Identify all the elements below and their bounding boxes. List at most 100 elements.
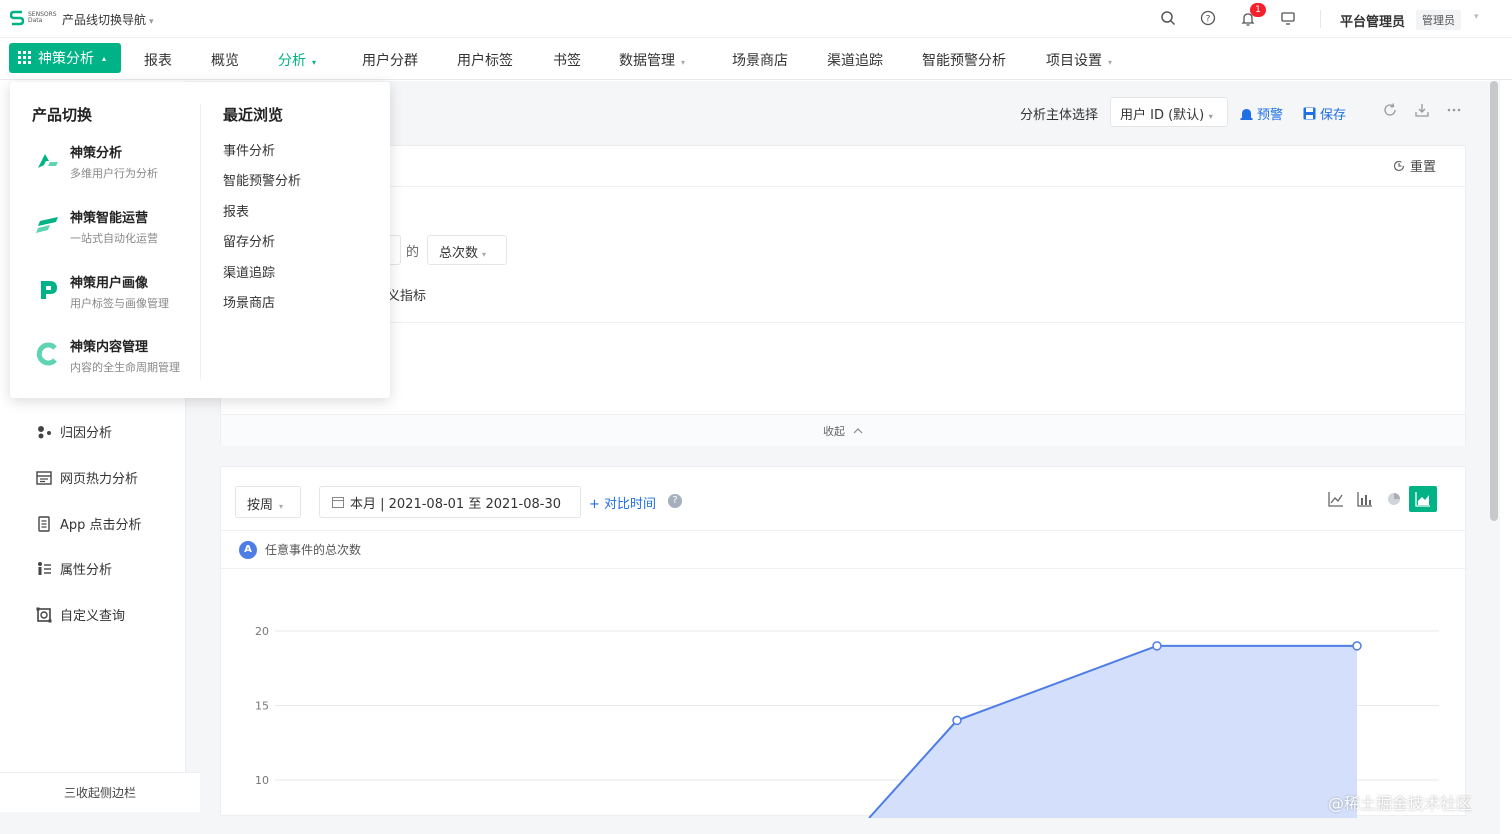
product-item-content-management[interactable]: 神策内容管理 内容的全生命周期管理 [36,336,180,375]
user-menu-chevron-icon[interactable]: ▾ [1474,12,1479,22]
product-desc: 一站式自动化运营 [70,232,158,245]
nav-item-analysis[interactable]: 分析 ▾ [278,50,316,70]
period-select-value: 按周 [247,498,274,513]
period-select[interactable]: 按周 ▾ [235,486,301,518]
nav-item-scene-store[interactable]: 场景商店 [732,50,788,70]
reset-button-label: 重置 [1410,160,1437,175]
chart-panel: 按周 ▾ 本月 | 2021-08-01 至 2021-08-30 + 对比时间 … [220,466,1467,819]
product-item-smart-operation[interactable]: 神策智能运营 一站式自动化运营 [36,207,158,246]
watermark: @稀土掘金技术社区 [1328,794,1473,813]
product-nav-label: 产品线切换导航 [62,13,147,27]
nav-item-bookmark[interactable]: 书签 [553,50,581,70]
sidebar-item-label: 网页热力分析 [60,472,139,487]
nav-item-project-settings[interactable]: 项目设置 ▾ [1046,50,1112,70]
content-management-product-icon [36,342,57,366]
sidebar-item-label: App 点击分析 [60,518,142,533]
collapse-query-label: 收起 [823,424,845,438]
page-scrollbar[interactable] [1490,81,1498,521]
help-circle-icon[interactable]: ? [1200,10,1216,26]
recent-item[interactable]: 场景商店 [223,292,275,311]
reset-button[interactable]: 重置 [1393,156,1436,175]
date-range-picker[interactable]: 本月 | 2021-08-01 至 2021-08-30 [319,486,581,518]
search-icon[interactable] [1160,10,1176,26]
bar-chart-icon [1357,492,1372,507]
area-fill [869,645,1357,818]
product-item-user-profile[interactable]: 神策用户画像 用户标签与画像管理 [36,272,169,311]
chevron-down-icon: ▾ [1206,112,1213,121]
sidebar-item-property[interactable]: 属性分析 [36,559,112,578]
product-name: 神策智能运营 [70,211,149,226]
recent-item[interactable]: 事件分析 [223,140,275,159]
more-icon[interactable] [1447,103,1461,117]
data-point[interactable] [1152,641,1162,651]
area-chart-icon [1415,492,1430,507]
line-chart-toggle[interactable] [1322,486,1350,512]
sidebar-item-custom-query[interactable]: 自定义查询 [36,605,125,624]
subject-select-value: 用户 ID (默认) [1120,108,1205,123]
refresh-icon[interactable] [1383,103,1397,117]
monitor-icon[interactable] [1280,10,1296,26]
metric-select[interactable]: 总次数 ▾ [427,235,507,265]
recent-item[interactable]: 留存分析 [223,231,275,250]
bar-chart-toggle[interactable] [1351,486,1379,512]
help-icon[interactable]: ? [668,494,682,508]
logo-text: SENSORS Data [28,11,57,24]
user-name[interactable]: 平台管理员 [1340,11,1405,30]
web-heatmap-icon [36,470,52,485]
pie-chart-toggle[interactable] [1380,486,1408,512]
compare-time-button[interactable]: + 对比时间 [589,493,656,512]
nav-item-channel-tracking[interactable]: 渠道追踪 [827,50,883,70]
alert-button[interactable]: 预警 [1240,104,1283,123]
chevron-down-icon: ▾ [312,58,317,67]
recent-item[interactable]: 渠道追踪 [223,262,275,281]
product-nav-switch[interactable]: 产品线切换导航 ▾ [62,11,154,28]
series-label: 任意事件的总次数 [265,543,362,557]
y-tick-label: 10 [255,774,269,787]
recent-item[interactable]: 报表 [223,201,249,220]
custom-metric-link[interactable]: 义指标 [387,285,426,304]
property-analysis-icon [38,561,51,575]
nav-item-overview[interactable]: 概览 [211,50,239,70]
recent-item[interactable]: 智能预警分析 [223,170,301,189]
nav-item-user-segment[interactable]: 用户分群 [362,50,418,70]
product-item-analysis[interactable]: 神策分析 多维用户行为分析 [36,142,158,181]
sidebar-item-label: 归因分析 [60,426,113,441]
sidebar-item-attribution[interactable]: 归因分析 [36,422,112,441]
nav-item-user-tag[interactable]: 用户标签 [457,50,513,70]
y-tick-label: 15 [255,700,269,713]
data-point[interactable] [1352,641,1362,651]
nav-item-report[interactable]: 报表 [144,50,172,70]
of-label: 的 [406,245,420,260]
product-name: 神策分析 [70,146,123,161]
data-point[interactable] [952,715,962,726]
sidebar-item-label: 属性分析 [60,563,113,578]
user-profile-product-icon [41,281,57,299]
save-button[interactable]: 保存 [1303,104,1346,123]
subject-label: 分析主体选择 [1020,108,1099,123]
sidebar-item-app-click[interactable]: App 点击分析 [36,514,142,533]
collapse-query-button[interactable]: 收起 [221,414,1465,446]
product-desc: 内容的全生命周期管理 [70,361,180,374]
smart-operation-product-icon [36,217,58,233]
series-badge: A [239,540,257,559]
alert-button-label: 预警 [1257,108,1284,123]
chevron-down-icon: ▾ [681,58,686,67]
nav-item-data-management[interactable]: 数据管理 ▾ [619,50,685,70]
nav-item-data-management-label: 数据管理 [619,53,675,69]
sensors-logo-icon [10,10,24,26]
panel-divider [221,322,1465,323]
subject-select[interactable]: 用户 ID (默认) ▾ [1110,97,1228,127]
collapse-sidebar-button[interactable]: 三收起侧边栏 [0,772,200,812]
chart-legend: A 任意事件的总次数 [221,530,1465,568]
download-icon[interactable] [1415,103,1429,117]
area-chart-toggle[interactable] [1409,486,1437,512]
nav-product-button[interactable]: 神策分析 ▴ [9,43,121,73]
chevron-down-icon: ▾ [482,250,487,259]
nav-item-smart-alert[interactable]: 智能预警分析 [922,50,1006,70]
main-nav: 神策分析 ▴ 报表 概览 分析 ▾ 用户分群 用户标签 书签 数据管理 ▾ 场景商店 … [0,38,1512,80]
area-chart: 20 15 10 [255,625,1439,819]
sidebar-item-web-heatmap[interactable]: 网页热力分析 [36,468,138,487]
nav-product-label: 神策分析 [38,51,94,67]
chevron-down-icon: ▾ [279,502,284,511]
sensors-logo[interactable]: SENSORS Data [10,10,58,26]
